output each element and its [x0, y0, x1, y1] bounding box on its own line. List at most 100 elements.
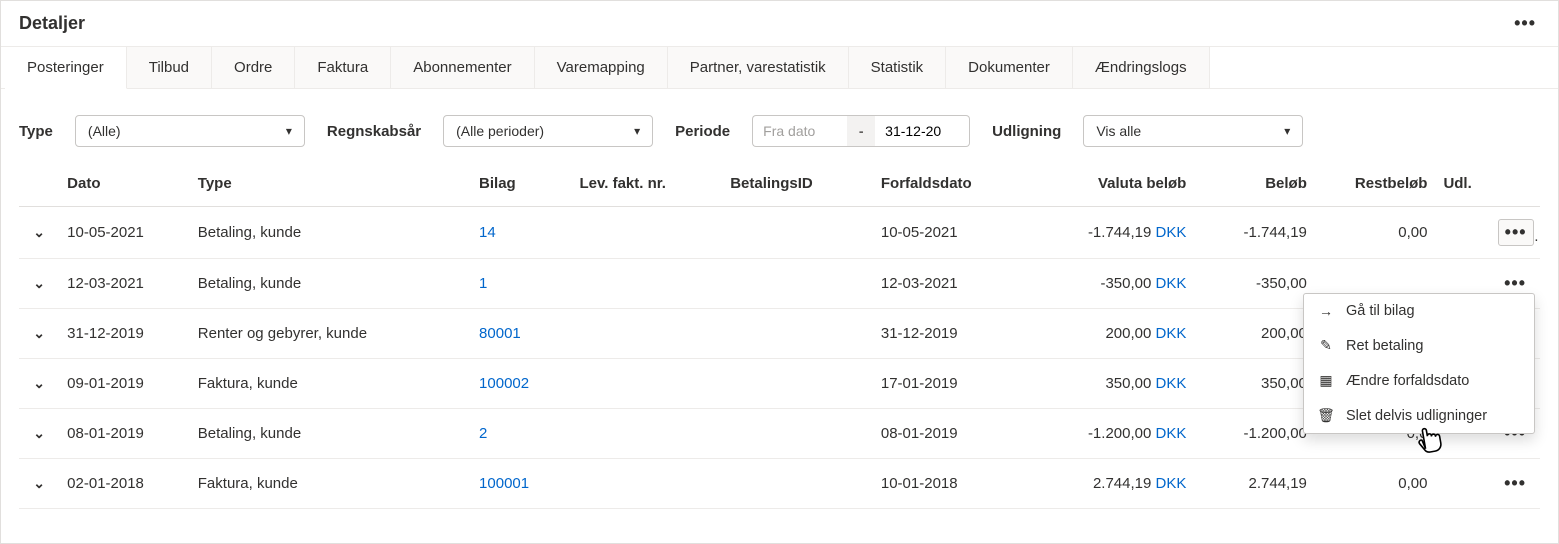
bilag-link[interactable]: 2 [479, 425, 487, 442]
cell-bilag: 14 [471, 207, 571, 259]
table-header-row: Dato Type Bilag Lev. fakt. nr. Betalings… [19, 165, 1540, 207]
col-udl[interactable]: Udl. [1435, 165, 1489, 207]
tab-tilbud[interactable]: Tilbud [127, 47, 212, 89]
cell-rest: 0,00 [1315, 207, 1436, 259]
periode-range: - [752, 115, 970, 147]
col-val[interactable]: Valuta beløb [1044, 165, 1195, 207]
cell-dato: 12-03-2021 [59, 259, 190, 309]
col-lev[interactable]: Lev. fakt. nr. [572, 165, 723, 207]
filter-udligning-select[interactable]: Vis alle ▾ [1083, 115, 1303, 147]
cell-bel: -350,00 [1194, 259, 1315, 309]
cell-dato: 09-01-2019 [59, 359, 190, 409]
bilag-link[interactable]: 80001 [479, 325, 521, 342]
expand-chevron-icon[interactable]: ⌄ [33, 325, 45, 342]
cell-lev [572, 459, 723, 509]
cell-bet [722, 309, 873, 359]
tab-posteringer[interactable]: Posteringer [5, 47, 127, 89]
expand-chevron-icon[interactable]: ⌄ [33, 224, 45, 241]
cell-bet [722, 259, 873, 309]
cell-bilag: 80001 [471, 309, 571, 359]
filter-type-select[interactable]: (Alle) ▾ [75, 115, 305, 147]
menu-item-label: Slet delvis udligninger [1346, 408, 1487, 424]
chevron-down-icon: ▾ [286, 124, 292, 138]
tab-partner-varestatistik[interactable]: Partner, varestatistik [668, 47, 849, 89]
cell-forf: 10-01-2018 [873, 459, 1044, 509]
cell-forf: 10-05-2021 [873, 207, 1044, 259]
filter-year-label: Regnskabsår [327, 123, 421, 140]
filter-year-value: (Alle perioder) [456, 123, 544, 139]
date-from-input[interactable] [752, 115, 847, 147]
date-to-input[interactable] [875, 115, 970, 147]
table-row: ⌄10-05-2021Betaling, kunde1410-05-2021-1… [19, 207, 1540, 259]
tab-bar: PosteringerTilbudOrdreFakturaAbonnemente… [1, 47, 1558, 89]
expand-chevron-icon[interactable]: ⌄ [33, 475, 45, 492]
menu-item-slet-delvis-udligninger[interactable]: 🗑Slet delvis udligninger [1304, 398, 1534, 433]
tab--ndringslogs[interactable]: Ændringslogs [1073, 47, 1210, 89]
tab-varemapping[interactable]: Varemapping [535, 47, 668, 89]
col-forf[interactable]: Forfaldsdato [873, 165, 1044, 207]
expand-chevron-icon[interactable]: ⌄ [33, 425, 45, 442]
cell-bel: 200,00 [1194, 309, 1315, 359]
cell-val: -350,00 DKK [1044, 259, 1195, 309]
cell-type: Renter og gebyrer, kunde [190, 309, 471, 359]
tab-abonnementer[interactable]: Abonnementer [391, 47, 534, 89]
cell-lev [572, 259, 723, 309]
cell-lev [572, 409, 723, 459]
cell-bilag: 1 [471, 259, 571, 309]
currency-link[interactable]: DKK [1156, 425, 1187, 442]
tab-statistik[interactable]: Statistik [849, 47, 947, 89]
expand-chevron-icon[interactable]: ⌄ [33, 375, 45, 392]
bilag-link[interactable]: 14 [479, 224, 496, 241]
tab-dokumenter[interactable]: Dokumenter [946, 47, 1073, 89]
cell-forf: 17-01-2019 [873, 359, 1044, 409]
cell-bet [722, 409, 873, 459]
col-dato[interactable]: Dato [59, 165, 190, 207]
cell-type: Betaling, kunde [190, 409, 471, 459]
menu-item-label: Ret betaling [1346, 338, 1423, 354]
edit-icon: ✎ [1318, 337, 1334, 354]
filter-udligning-value: Vis alle [1096, 123, 1141, 139]
col-bet[interactable]: BetalingsID [722, 165, 873, 207]
filter-udligning-label: Udligning [992, 123, 1061, 140]
currency-link[interactable]: DKK [1156, 224, 1187, 241]
currency-link[interactable]: DKK [1156, 325, 1187, 342]
cell-type: Faktura, kunde [190, 459, 471, 509]
menu-item-ret-betaling[interactable]: ✎ Ret betaling [1304, 328, 1534, 363]
bilag-link[interactable]: 1 [479, 275, 487, 292]
row-more-button[interactable]: ••• [1498, 219, 1534, 246]
bilag-link[interactable]: 100001 [479, 475, 529, 492]
col-bilag[interactable]: Bilag [471, 165, 571, 207]
col-type[interactable]: Type [190, 165, 471, 207]
cell-lev [572, 359, 723, 409]
currency-link[interactable]: DKK [1156, 275, 1187, 292]
chevron-down-icon: ▾ [1284, 124, 1290, 138]
cell-lev [572, 207, 723, 259]
cell-forf: 12-03-2021 [873, 259, 1044, 309]
filter-bar: Type (Alle) ▾ Regnskabsår (Alle perioder… [1, 89, 1558, 165]
cell-bel: -1.744,19 [1194, 207, 1315, 259]
col-bel[interactable]: Beløb [1194, 165, 1315, 207]
chevron-down-icon: ▾ [634, 124, 640, 138]
menu-item-label: Ændre forfaldsdato [1346, 373, 1469, 389]
menu-item-gå-til-bilag[interactable]: →Gå til bilag [1304, 294, 1534, 328]
cell-forf: 08-01-2019 [873, 409, 1044, 459]
currency-link[interactable]: DKK [1156, 475, 1187, 492]
cell-rest: 0,00 [1315, 459, 1436, 509]
menu-item-ændre-forfaldsdato[interactable]: ▦ Ændre forfaldsdato [1304, 363, 1534, 398]
cell-val: 350,00 DKK [1044, 359, 1195, 409]
cell-lev [572, 309, 723, 359]
filter-year-select[interactable]: (Alle perioder) ▾ [443, 115, 653, 147]
filter-periode-label: Periode [675, 123, 730, 140]
cell-forf: 31-12-2019 [873, 309, 1044, 359]
calendar-icon: ▦ [1318, 372, 1334, 389]
bilag-link[interactable]: 100002 [479, 375, 529, 392]
col-rest[interactable]: Restbeløb [1315, 165, 1436, 207]
expand-chevron-icon[interactable]: ⌄ [33, 275, 45, 292]
tab-ordre[interactable]: Ordre [212, 47, 295, 89]
panel-more-button[interactable]: ••• [1508, 11, 1542, 36]
cell-udl [1435, 459, 1489, 509]
row-more-button[interactable]: ••• [1498, 471, 1532, 496]
currency-link[interactable]: DKK [1156, 375, 1187, 392]
cell-val: 2.744,19 DKK [1044, 459, 1195, 509]
tab-faktura[interactable]: Faktura [295, 47, 391, 89]
